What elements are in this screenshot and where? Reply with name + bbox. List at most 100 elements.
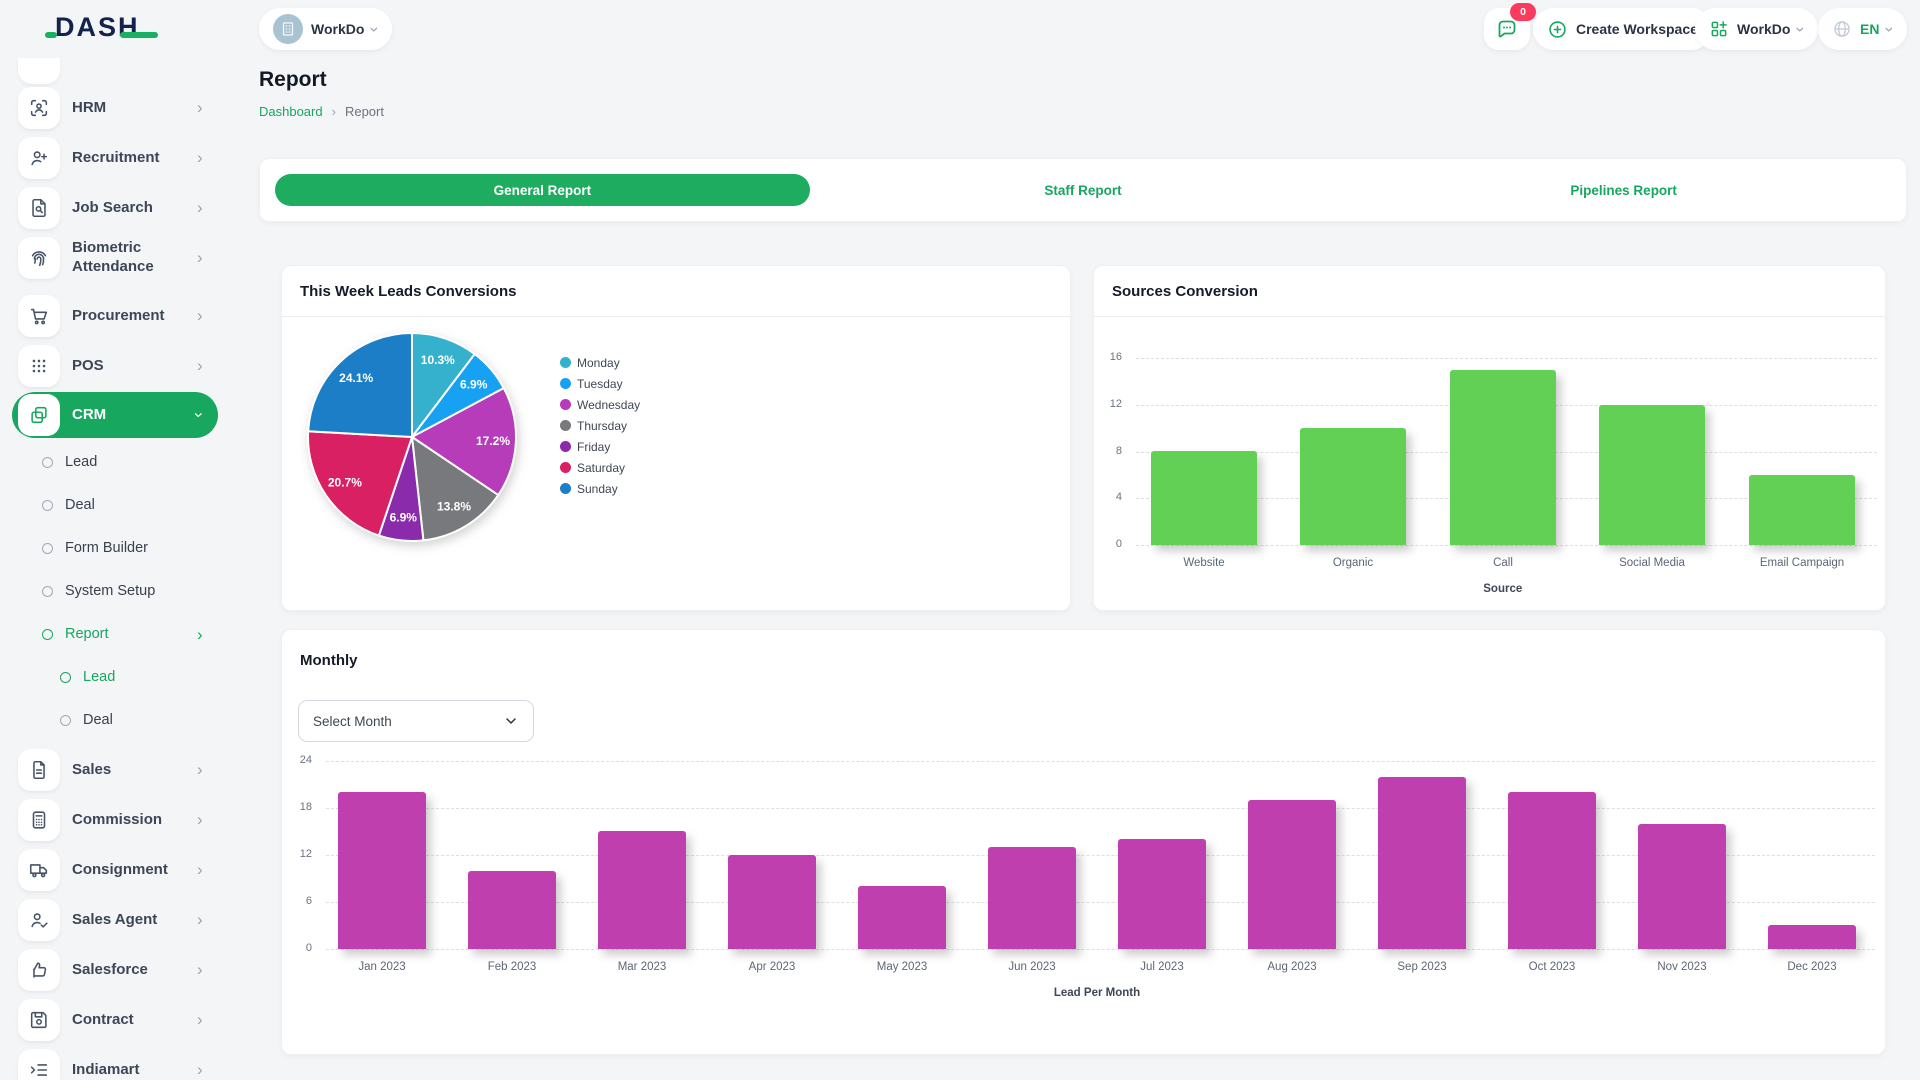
x-axis-label: Dec 2023 — [1742, 961, 1882, 973]
bar-call — [1450, 370, 1556, 545]
messages-count-badge: 0 — [1510, 3, 1536, 21]
legend-item-sunday[interactable]: Sunday — [560, 478, 640, 499]
legend-item-tuesday[interactable]: Tuesday — [560, 373, 640, 394]
sidebar-item-hrm[interactable]: HRM› — [0, 83, 230, 133]
x-axis-label: Apr 2023 — [702, 961, 842, 973]
x-axis-label: Oct 2023 — [1482, 961, 1622, 973]
x-axis-label: Organic — [1283, 557, 1423, 569]
grid-plus-icon — [1709, 19, 1729, 39]
sidebar-item-sales[interactable]: Sales› — [0, 745, 230, 795]
user-plus-icon — [28, 147, 50, 169]
tab-pipelines-report[interactable]: Pipelines Report — [1356, 174, 1891, 206]
user-plus-icon — [18, 137, 60, 179]
sidebar-item-lead[interactable]: Lead — [0, 656, 230, 699]
bar-social-media — [1599, 405, 1705, 545]
chevron-right-icon: › — [197, 860, 203, 880]
sidebar-item-recruitment[interactable]: Recruitment› — [0, 133, 230, 183]
bullet-icon — [60, 672, 71, 683]
y-axis-tick: 12 — [292, 848, 312, 860]
month-select[interactable]: Select Month — [298, 700, 534, 742]
sidebar-item-deal[interactable]: Deal — [0, 484, 230, 527]
legend-dot-icon — [560, 441, 571, 452]
create-workspace-button[interactable]: Create Workspace — [1533, 8, 1712, 50]
fingerprint-icon — [28, 247, 50, 269]
legend-item-thursday[interactable]: Thursday — [560, 415, 640, 436]
workspace-selector[interactable]: WorkDo › — [259, 8, 392, 50]
chevron-down-icon: › — [189, 412, 209, 418]
pie-value-label: 24.1% — [339, 371, 373, 385]
document-search-icon — [28, 197, 50, 219]
chevron-down-icon — [503, 713, 519, 729]
breadcrumb: Dashboard › Report — [259, 104, 384, 119]
x-axis-label: Jul 2023 — [1092, 961, 1232, 973]
bar-organic — [1300, 428, 1406, 545]
legend-label: Wednesday — [577, 398, 640, 412]
sidebar-item-salesforce[interactable]: Salesforce› — [0, 945, 230, 995]
hrm-scan-icon — [18, 87, 60, 129]
sources-conversion-card: Sources Conversion 0481216WebsiteOrganic… — [1093, 265, 1886, 611]
bullet-icon — [42, 629, 53, 640]
legend-label: Thursday — [577, 419, 627, 433]
gridline — [1136, 545, 1877, 546]
gridline — [326, 808, 1875, 809]
sidebar-item-indiamart[interactable]: Indiamart› — [0, 1045, 230, 1080]
sidebar-item-report[interactable]: Report› — [0, 613, 230, 656]
chevron-down-icon: › — [1793, 26, 1810, 32]
sidebar-item-lead[interactable]: Lead — [0, 441, 230, 484]
legend-label: Sunday — [577, 482, 618, 496]
chevron-right-icon: › — [197, 625, 203, 645]
sidebar-item-job-search[interactable]: Job Search› — [0, 183, 230, 233]
sidebar-item-pos[interactable]: POS› — [0, 341, 230, 391]
logo-accent-bar — [45, 32, 57, 38]
sidebar-item-system-setup[interactable]: System Setup — [0, 570, 230, 613]
card-header: This Week Leads Conversions — [282, 266, 1070, 317]
legend-item-saturday[interactable]: Saturday — [560, 457, 640, 478]
messages-button[interactable]: 0 — [1484, 8, 1530, 50]
gridline — [1136, 358, 1877, 359]
pie-value-label: 13.8% — [437, 499, 471, 513]
language-selector[interactable]: EN › — [1818, 8, 1907, 50]
card-title: Monthly — [300, 652, 358, 669]
sidebar-item-form-builder[interactable]: Form Builder — [0, 527, 230, 570]
sidebar-item-crm[interactable]: CRM› — [12, 392, 218, 438]
monthly-card: Monthly Select Month 06121824Jan 2023Feb… — [281, 629, 1886, 1055]
sidebar-item-procurement[interactable]: Procurement› — [0, 291, 230, 341]
legend-dot-icon — [560, 357, 571, 368]
x-axis-label: Email Campaign — [1732, 557, 1872, 569]
copy-icon — [18, 394, 60, 436]
grid-dots-icon — [28, 355, 50, 377]
breadcrumb-home-link[interactable]: Dashboard — [259, 104, 323, 119]
gridline — [326, 949, 1875, 950]
indent-list-icon — [28, 1059, 50, 1080]
tab-general-report[interactable]: General Report — [275, 174, 810, 206]
x-axis-title: Source — [1129, 583, 1877, 595]
sidebar-item-commission[interactable]: Commission› — [0, 795, 230, 845]
sidebar-item-sales-agent[interactable]: Sales Agent› — [0, 895, 230, 945]
legend-item-friday[interactable]: Friday — [560, 436, 640, 457]
bar-website — [1151, 451, 1257, 545]
sidebar-item-deal[interactable]: Deal — [0, 699, 230, 742]
sidebar-item-contract[interactable]: Contract› — [0, 995, 230, 1045]
bullet-icon — [42, 586, 53, 597]
legend-item-monday[interactable]: Monday — [560, 352, 640, 373]
bar-apr-2023 — [728, 855, 816, 949]
bar-oct-2023 — [1508, 792, 1596, 949]
bar-nov-2023 — [1638, 824, 1726, 949]
workspace-switcher[interactable]: WorkDo › — [1695, 8, 1818, 50]
app-logo[interactable]: DASH — [55, 14, 140, 41]
bar-dec-2023 — [1768, 925, 1856, 949]
x-axis-title: Lead Per Month — [317, 987, 1877, 999]
sidebar-item-consignment[interactable]: Consignment› — [0, 845, 230, 895]
truck-icon — [28, 859, 50, 881]
sidebar-item-biometric-attendance[interactable]: Biometric Attendance› — [0, 233, 230, 283]
floppy-icon — [28, 1009, 50, 1031]
legend-item-wednesday[interactable]: Wednesday — [560, 394, 640, 415]
bar-email-campaign — [1749, 475, 1855, 545]
indent-list-icon — [18, 1049, 60, 1080]
x-axis-label: Call — [1433, 557, 1573, 569]
monthly-bar-chart: 06121824Jan 2023Feb 2023Mar 2023Apr 2023… — [292, 750, 1875, 1040]
chevron-right-icon: › — [197, 356, 203, 376]
sidebar-item-label: System Setup — [65, 582, 155, 600]
pie-value-label: 17.2% — [476, 434, 510, 448]
tab-staff-report[interactable]: Staff Report — [816, 174, 1351, 206]
